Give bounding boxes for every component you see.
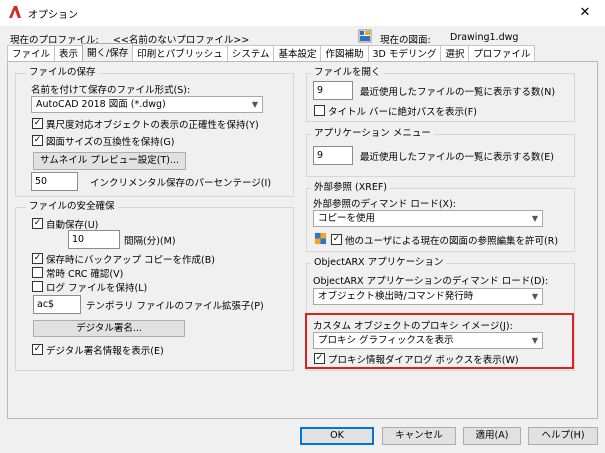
objectarx-demand-load-dropdown[interactable]: オブジェクト検出時/コマンド発行時 ▼ bbox=[313, 288, 543, 305]
open-recent-files-input[interactable]: 9 bbox=[313, 81, 353, 100]
objectarx-demand-load-label: ObjectARX アプリケーションのディマンド ロード(D): bbox=[313, 276, 549, 287]
fullpath-label: タイトル バーに絶対パスを表示(F) bbox=[328, 107, 477, 118]
current-drawing-value: Drawing1.dwg bbox=[450, 32, 519, 43]
log-file-checkbox[interactable] bbox=[32, 281, 43, 292]
tab-strip: ファイル 表示 開く/保存 印刷とパブリッシュ システム 基本設定 作図補助 3… bbox=[7, 43, 536, 62]
open-recent-files-label: 最近使用したファイルの一覧に表示する数(N) bbox=[360, 87, 556, 98]
tab-open-save[interactable]: 開く/保存 bbox=[82, 43, 134, 62]
backup-label: 保存時にバックアップ コピーを作成(B) bbox=[46, 255, 215, 266]
proxy-image-dropdown[interactable]: プロキシ グラフィックスを表示 ▼ bbox=[313, 332, 543, 349]
objectarx-group-title: ObjectARX アプリケーション bbox=[311, 257, 447, 269]
xref-group-title: 外部参照 (XREF) bbox=[311, 182, 391, 194]
drawing-icon bbox=[358, 29, 372, 43]
tab-selection[interactable]: 選択 bbox=[440, 45, 470, 62]
autosave-label: 自動保存(U) bbox=[46, 220, 99, 231]
tab-3d-modeling[interactable]: 3D モデリング bbox=[367, 45, 442, 62]
chevron-down-icon: ▼ bbox=[531, 336, 538, 345]
backup-checkbox[interactable]: ✓ bbox=[32, 253, 43, 264]
proxy-image-label: カスタム オブジェクトのプロキシ イメージ(J): bbox=[313, 321, 513, 332]
autosave-interval-input[interactable]: 10 bbox=[68, 230, 120, 249]
cancel-button[interactable]: キャンセル bbox=[382, 427, 456, 445]
tab-drafting[interactable]: 作図補助 bbox=[320, 45, 369, 62]
digital-signature-button[interactable]: デジタル署名... bbox=[33, 320, 185, 337]
signature-info-label: デジタル署名情報を表示(E) bbox=[46, 346, 164, 357]
maintain-visual-checkbox[interactable]: ✓ bbox=[32, 118, 43, 129]
tab-files[interactable]: ファイル bbox=[7, 45, 56, 62]
ok-button[interactable]: OK bbox=[300, 427, 374, 445]
maintain-visual-label: 異尺度対応オブジェクトの表示の正確性を保持(Y) bbox=[46, 120, 259, 131]
incremental-save-input[interactable]: 50 bbox=[31, 172, 78, 191]
window-title: オプション bbox=[28, 10, 78, 21]
objectarx-demand-load-value: オブジェクト検出時/コマンド発行時 bbox=[318, 291, 474, 302]
chevron-down-icon: ▼ bbox=[251, 100, 258, 109]
proxy-image-value: プロキシ グラフィックスを表示 bbox=[318, 335, 454, 346]
allow-xref-edit-label: 他のユーザによる現在の図面の参照編集を許可(R) bbox=[345, 236, 559, 247]
help-button[interactable]: ヘルプ(H) bbox=[528, 427, 598, 445]
file-open-group-title: ファイルを開く bbox=[311, 67, 384, 79]
signature-info-checkbox[interactable]: ✓ bbox=[32, 344, 43, 355]
chevron-down-icon: ▼ bbox=[531, 214, 538, 223]
xref-demand-load-dropdown[interactable]: コピーを使用 ▼ bbox=[313, 210, 543, 227]
title-bar bbox=[0, 0, 605, 26]
application-menu-group-title: アプリケーション メニュー bbox=[311, 128, 434, 140]
xref-demand-load-label: 外部参照のディマンド ロード(X): bbox=[313, 199, 456, 210]
autosave-checkbox[interactable]: ✓ bbox=[32, 218, 43, 229]
tab-user-preferences[interactable]: 基本設定 bbox=[273, 45, 322, 62]
log-file-label: ログ ファイルを保持(L) bbox=[46, 283, 148, 294]
save-format-label: 名前を付けて保存のファイル形式(S): bbox=[31, 85, 191, 96]
proxy-dialog-checkbox[interactable]: ✓ bbox=[314, 353, 325, 364]
shield-icon bbox=[314, 232, 327, 245]
current-drawing-label: 現在の図面: bbox=[380, 35, 431, 46]
xref-demand-load-value: コピーを使用 bbox=[318, 213, 376, 224]
file-safety-group-title: ファイルの安全確保 bbox=[26, 201, 118, 213]
chevron-down-icon: ▼ bbox=[531, 292, 538, 301]
file-save-group-title: ファイルの保存 bbox=[26, 67, 99, 79]
current-profile-value: <<名前のないプロファイル>> bbox=[113, 35, 250, 46]
save-format-dropdown[interactable]: AutoCAD 2018 図面 (*.dwg) ▼ bbox=[31, 96, 263, 113]
temp-extension-input[interactable]: ac$ bbox=[33, 295, 81, 314]
crc-checkbox[interactable] bbox=[32, 267, 43, 278]
tab-plot-publish[interactable]: 印刷とパブリッシュ bbox=[132, 45, 228, 62]
tab-profiles[interactable]: プロファイル bbox=[468, 45, 536, 62]
apply-button[interactable]: 適用(A) bbox=[463, 427, 521, 445]
autocad-app-icon bbox=[9, 6, 21, 18]
temp-extension-label: テンポラリ ファイルのファイル拡張子(P) bbox=[86, 301, 264, 312]
thumbnail-settings-button[interactable]: サムネイル プレビュー設定(T)... bbox=[33, 152, 186, 170]
close-icon[interactable]: ✕ bbox=[576, 4, 594, 22]
autosave-interval-label: 間隔(分)(M) bbox=[124, 236, 176, 247]
maintain-size-label: 図面サイズの互換性を保持(G) bbox=[46, 137, 175, 148]
maintain-size-checkbox[interactable]: ✓ bbox=[32, 135, 43, 146]
menu-recent-files-label: 最近使用したファイルの一覧に表示する数(E) bbox=[360, 152, 554, 163]
tab-display[interactable]: 表示 bbox=[54, 45, 84, 62]
incremental-save-label: インクリメンタル保存のパーセンテージ(I) bbox=[90, 178, 272, 189]
crc-label: 常時 CRC 確認(V) bbox=[46, 269, 124, 280]
fullpath-checkbox[interactable] bbox=[314, 105, 325, 116]
allow-xref-edit-checkbox[interactable]: ✓ bbox=[331, 234, 342, 245]
save-format-value: AutoCAD 2018 図面 (*.dwg) bbox=[36, 99, 166, 110]
menu-recent-files-input[interactable]: 9 bbox=[313, 146, 353, 165]
tab-system[interactable]: システム bbox=[226, 45, 275, 62]
proxy-dialog-label: プロキシ情報ダイアログ ボックスを表示(W) bbox=[328, 355, 519, 366]
